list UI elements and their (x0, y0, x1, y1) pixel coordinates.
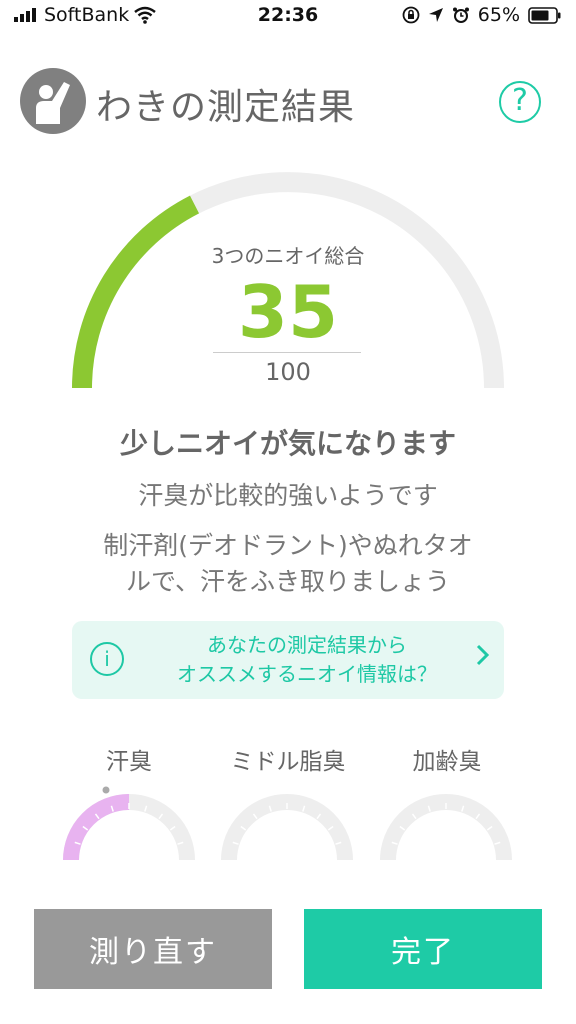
result-headline: 少しニオイが気になります (119, 427, 456, 460)
category-gauge-fill (63, 794, 130, 861)
category-gauge-track (221, 794, 353, 861)
result-advice: 制汗剤(デオドラント)やぬれタオ ルで、汗をふき取りましょう (60, 528, 516, 600)
category-label-middle-fat: ミドル脂臭 (230, 749, 346, 775)
category-label-sweat: 汗臭 (106, 749, 152, 775)
result-subline: 汗臭が比較的強いようです (138, 481, 438, 510)
recommendation-info-button[interactable]: i あなたの測定結果から オススメするニオイ情報は？ (72, 621, 504, 699)
total-score-gauge (72, 172, 504, 389)
info-line-2: オススメするニオイ情報は？ (177, 662, 437, 686)
done-button[interactable]: 完了 (304, 909, 542, 989)
gauge-score: 35 (237, 270, 339, 354)
category-gauge-marker (102, 786, 110, 794)
advice-line-2: ルで、汗をふき取りましょう (125, 567, 450, 596)
category-gauges (63, 786, 512, 861)
gauge-max: 100 (265, 358, 311, 386)
remeasure-button[interactable]: 測り直す (34, 909, 272, 989)
info-text: あなたの測定結果から オススメするニオイ情報は？ (142, 631, 472, 689)
category-label-aging: 加齢臭 (412, 749, 482, 775)
advice-line-1: 制汗剤(デオドラント)やぬれタオ (103, 531, 473, 560)
info-line-1: あなたの測定結果から (207, 633, 407, 657)
category-gauge-aging (380, 794, 512, 861)
gauge-label: 3つのニオイ総合 (211, 244, 365, 268)
chevron-right-icon (476, 643, 490, 673)
gauge-divider (213, 352, 361, 353)
category-gauge-sweat (63, 786, 195, 861)
category-gauge-middle-fat (221, 794, 353, 861)
category-gauge-track (380, 794, 512, 861)
info-icon: i (90, 642, 124, 676)
